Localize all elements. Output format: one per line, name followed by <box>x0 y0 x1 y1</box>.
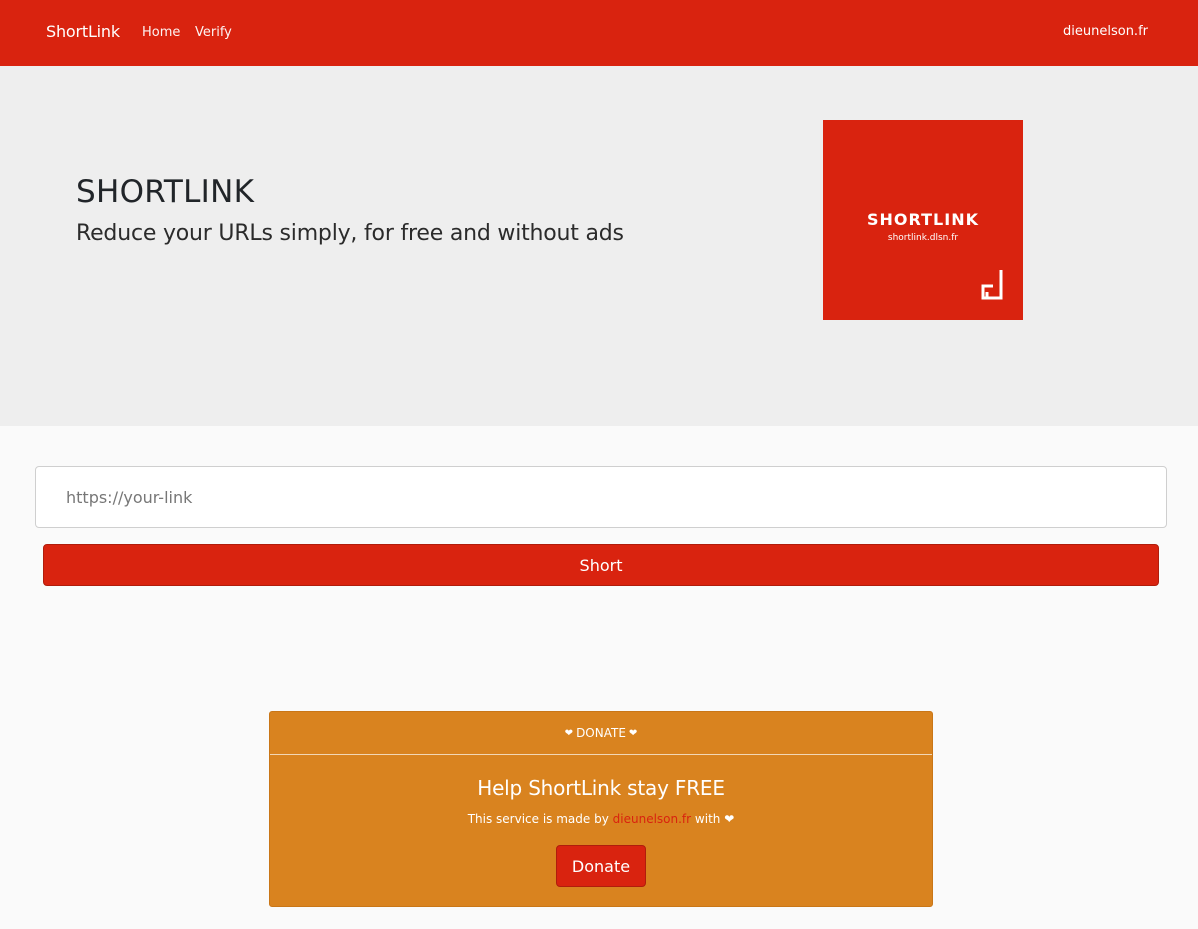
d-bracket-logo-icon <box>981 270 1003 300</box>
nav-link-home[interactable]: Home <box>142 25 180 40</box>
donate-text-after: with <box>694 812 721 826</box>
shortlink-logo: SHORTLINK shortlink.dlsn.fr <box>823 120 1023 320</box>
donate-card: ❤ DONATE ❤ Help ShortLink stay FREE This… <box>269 711 933 907</box>
donate-card-title: Help ShortLink stay FREE <box>477 776 725 800</box>
url-input[interactable] <box>35 466 1167 528</box>
nav-link-verify[interactable]: Verify <box>195 25 232 40</box>
navbar-brand[interactable]: ShortLink <box>46 22 120 41</box>
donate-card-text: This service is made by dieunelson.fr wi… <box>270 812 932 826</box>
heart-icon: ❤ <box>724 812 735 826</box>
heart-icon: ❤ <box>564 727 574 739</box>
nav-link-author[interactable]: dieunelson.fr <box>1063 24 1148 39</box>
navbar: ShortLink Home Verify dieunelson.fr <box>0 0 1198 66</box>
donate-text-before: This service is made by <box>467 812 609 826</box>
logo-title: SHORTLINK <box>867 210 979 229</box>
logo-subtitle: shortlink.dlsn.fr <box>887 233 959 243</box>
donate-button[interactable]: Donate <box>556 845 646 887</box>
donate-card-header: ❤ DONATE ❤ <box>270 712 932 755</box>
short-button[interactable]: Short <box>43 544 1159 586</box>
hero-title: SHORTLINK <box>76 174 255 210</box>
hero-section: SHORTLINK Reduce your URLs simply, for f… <box>0 66 1198 426</box>
heart-icon: ❤ <box>628 727 638 739</box>
hero-subtitle: Reduce your URLs simply, for free and wi… <box>76 221 624 246</box>
author-link[interactable]: dieunelson.fr <box>613 812 691 826</box>
donate-header-label: DONATE <box>576 726 626 740</box>
